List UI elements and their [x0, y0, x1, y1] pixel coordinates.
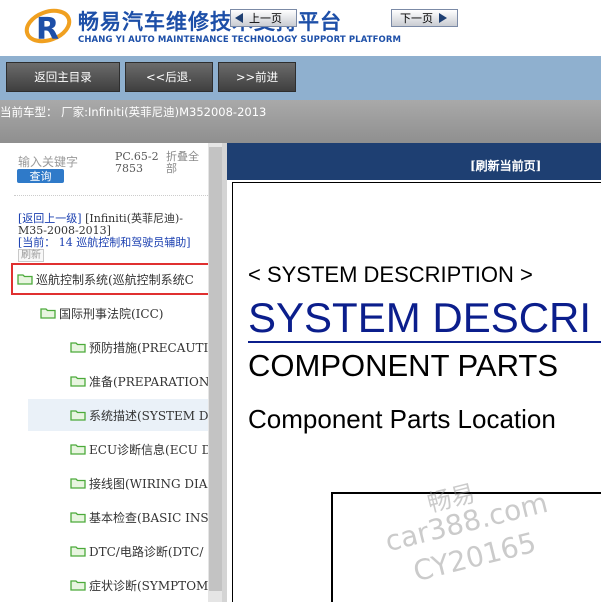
tree-item-label: 症状诊断(SYMPTOM [89, 578, 209, 593]
prev-page-button[interactable]: 上一页 [230, 9, 297, 27]
next-page-label: 下一页 [400, 12, 433, 25]
tree-item-label: 国际刑事法院(ICC) [59, 306, 164, 321]
folder-icon [40, 308, 56, 319]
breadcrumb: [返回上一级] [Infiniti(英菲尼迪)-M35-2008-2013] [… [18, 213, 204, 262]
tree-item[interactable]: 基本检查(BASIC INS [70, 501, 226, 533]
folder-icon [70, 342, 86, 353]
folder-icon [70, 512, 86, 523]
nav-bar: 返回主目录 <<后退. >>前进 [0, 56, 601, 100]
tree-item-label: DTC/电路诊断(DTC/ [89, 544, 204, 559]
left-arrow-icon [235, 13, 243, 23]
logo-letter: R [36, 12, 59, 47]
tree-item[interactable]: 接线图(WIRING DIA [70, 467, 226, 499]
folder-icon [70, 546, 86, 557]
tree-item-label: 系统描述(SYSTEM D [89, 408, 209, 423]
collapse-all-link[interactable]: 折叠全部 [166, 151, 206, 175]
tree-item[interactable]: 预防措施(PRECAUTI [70, 331, 226, 363]
platform-logo-icon: R [24, 8, 72, 47]
refresh-page-link[interactable]: [刷新当前页] [470, 157, 541, 174]
separator [14, 195, 208, 196]
folder-icon [70, 376, 86, 387]
tree-item[interactable]: 症状诊断(SYMPTOM [70, 569, 226, 601]
tree-refresh-button[interactable]: 刷新 [18, 249, 44, 262]
vehicle-info-bar: 当前车型： 厂家:Infiniti(英菲尼迪)M352008-2013 [0, 100, 601, 143]
current-vehicle-text: 当前车型： 厂家:Infiniti(英菲尼迪)M352008-2013 [0, 105, 267, 119]
viewer-toolbar [227, 143, 601, 180]
left-panel: 输入关键字 查询 PC.65-27853 折叠全部 [返回上一级] [Infin… [0, 143, 226, 602]
search-button[interactable]: 查询 [17, 169, 64, 183]
tree-item-label: 准备(PREPARATION) [89, 374, 214, 389]
tree-item-label: 预防措施(PRECAUTI [89, 340, 209, 355]
app-header: R 畅易汽车维修技术支持平台 CHANG YI AUTO MAINTENANCE… [0, 0, 601, 56]
tree-item-label: 巡航控制系统(巡航控制系统C [36, 272, 194, 287]
forward-button[interactable]: >>前进 [218, 62, 296, 92]
tree-item[interactable]: ECU诊断信息(ECU D [70, 433, 226, 465]
tree-item-label: 接线图(WIRING DIA [89, 476, 208, 491]
tree-item-label: ECU诊断信息(ECU D [89, 442, 212, 457]
back-button[interactable]: <<后退. [125, 62, 213, 92]
breadcrumb-current-label: [当前： [18, 236, 56, 249]
breadcrumb-current-link[interactable]: 14 巡航控制和驾驶员辅助] [59, 236, 191, 249]
home-button[interactable]: 返回主目录 [6, 62, 120, 92]
doc-subheading: Component Parts Location [248, 404, 556, 434]
right-arrow-icon [439, 13, 447, 23]
tree-item[interactable]: 巡航控制系统(巡航控制系统C [11, 263, 211, 295]
tree-item[interactable]: 系统描述(SYSTEM D [28, 399, 226, 431]
next-page-button[interactable]: 下一页 [391, 9, 458, 27]
tree-item[interactable]: DTC/电路诊断(DTC/ [70, 535, 226, 567]
folder-icon [70, 478, 86, 489]
app-root: R 畅易汽车维修技术支持平台 CHANG YI AUTO MAINTENANCE… [0, 0, 601, 602]
platform-title: 畅易汽车维修技术支持平台 [78, 10, 342, 34]
doc-section-heading: COMPONENT PARTS [248, 348, 559, 383]
folder-icon [70, 410, 86, 421]
tree-item[interactable]: 准备(PREPARATION) [70, 365, 226, 397]
folder-icon [70, 580, 86, 591]
doc-title: SYSTEM DESCRI [248, 294, 592, 341]
scrollbar-thumb[interactable] [209, 147, 223, 591]
tree-item-label: 基本检查(BASIC INS [89, 510, 209, 525]
folder-icon [17, 274, 33, 285]
platform-subtitle: CHANG YI AUTO MAINTENANCE TECHNOLOGY SUP… [78, 35, 402, 45]
folder-icon [70, 444, 86, 455]
tree-item[interactable]: 国际刑事法院(ICC) [40, 297, 226, 329]
doc-section-label: < SYSTEM DESCRIPTION > [248, 262, 533, 287]
prev-page-label: 上一页 [249, 12, 282, 25]
doc-title-rule [248, 341, 601, 343]
document-code: PC.65-27853 [115, 150, 159, 175]
